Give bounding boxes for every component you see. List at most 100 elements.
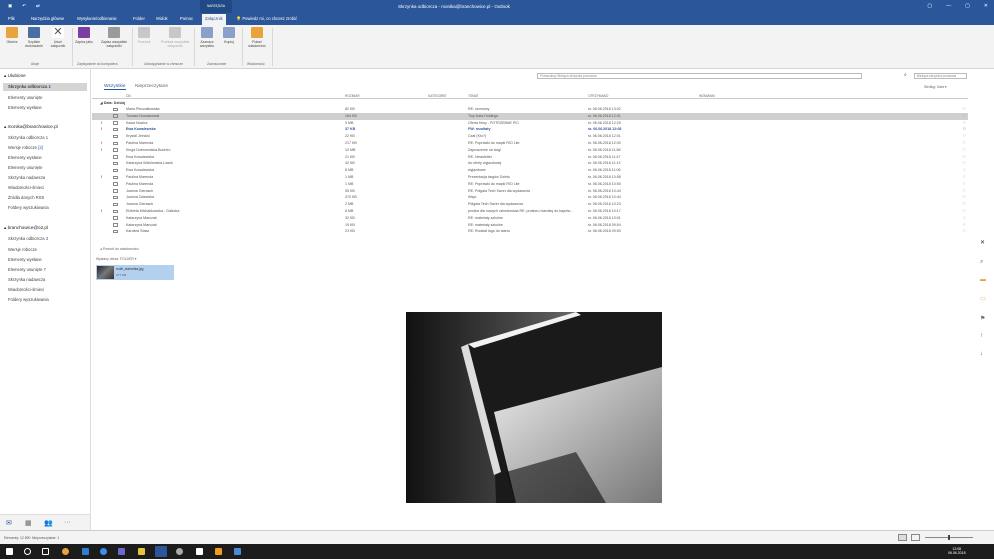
tab-file[interactable]: Plik — [8, 16, 15, 21]
folder-acc2-junk[interactable]: Wiadomości-śmieci — [8, 287, 44, 292]
col-received[interactable]: OTRZYMANO — [588, 94, 608, 98]
folder-acc1-drafts[interactable]: Wersje robocze [2] — [8, 145, 43, 150]
table-row[interactable]: ! Kasia Nowicz 3 MB Oferta firmy - POTRZEBN… — [92, 120, 968, 127]
table-row[interactable]: Karolina Stasz 23 KB RE: Rodział logo do s… — [92, 228, 968, 235]
app-icon[interactable] — [196, 548, 203, 555]
table-row[interactable]: Joanna Gierasch 55 KB RE: Półgala Tech Sav… — [92, 188, 968, 195]
attachment-chip[interactable]: multi_statuetka.jpg 377 KB — [96, 265, 174, 280]
flag-icon[interactable]: ⚐ — [963, 121, 966, 125]
col-mentions[interactable]: WZMIANKI — [699, 94, 715, 98]
flag-icon[interactable]: ⚐ — [963, 141, 966, 145]
select-all-button[interactable]: Zaznacz wszystko — [197, 27, 217, 48]
col-subject[interactable]: TEMAT — [468, 94, 479, 98]
quick-print-button[interactable]: Szybkie drukowanie — [24, 27, 44, 48]
folder-acc1-search[interactable]: Foldery wyszukiwania — [8, 205, 49, 210]
outlook-taskbar-icon[interactable] — [155, 546, 167, 557]
table-row[interactable]: Maria Pieczałkowska 82 KB RE: rozmowy śr. 0… — [92, 106, 968, 113]
table-row[interactable]: Paulina Marenda 1 MB RE: Poprawki do mapki… — [92, 181, 968, 188]
folder-acc2-inbox[interactable]: Skrzynka odbiorcza 3 — [8, 236, 48, 241]
down-arrow-icon[interactable]: ↓ — [980, 351, 983, 357]
task-view-icon[interactable] — [42, 548, 49, 555]
tab-home[interactable]: Narzędzia główne — [31, 16, 64, 21]
table-row[interactable]: Ewa Kowalewska 21 KB RE: Newsletter śr. 06.… — [92, 154, 968, 161]
flag-icon[interactable]: ⚐ — [963, 175, 966, 179]
folder-acc2-search[interactable]: Foldery wyszukiwania — [8, 297, 49, 302]
search-icon[interactable] — [24, 548, 31, 555]
send-receive-icon[interactable]: ⇄ — [36, 3, 40, 9]
table-row[interactable]: Krystal Jelnicki 22 KB Czat (Kto?) śr. 06.0… — [92, 133, 968, 140]
edge-icon[interactable] — [82, 548, 89, 555]
filter-all[interactable]: Wszystkie — [104, 84, 126, 90]
table-row[interactable]: Joanna Gierasch 2 MB Półgala Tech Saver dl… — [92, 201, 968, 208]
table-row[interactable]: ! Paulina Marenda 1 MB Prezentacja targów D… — [92, 174, 968, 181]
col-size[interactable]: ROZMIAR — [345, 94, 360, 98]
table-row[interactable]: ! Elżbieta Michalikowska - Gałecka 6 MB pro… — [92, 208, 968, 215]
account2-header[interactable]: ▴ branchowice@o2.pl — [4, 225, 48, 231]
flag-icon[interactable]: ⚐ — [963, 216, 966, 220]
table-row[interactable]: Ewa Kowalewska 8 MB wyjazdowe śr. 06.06.201… — [92, 167, 968, 174]
flag-icon[interactable]: ⚐ — [963, 202, 966, 206]
reading-view-icon[interactable] — [911, 534, 920, 541]
account1-header[interactable]: ▴ monika@branchowice.pl — [4, 124, 58, 130]
forward-all-button[interactable]: Przekaż wszystkie załączniki — [158, 27, 192, 48]
save-icon[interactable]: ▣ — [8, 3, 12, 9]
folder-acc1-rss[interactable]: Źródła danych RSS — [8, 195, 44, 200]
col-categories[interactable]: KATEGORIE — [428, 94, 446, 98]
flag-icon[interactable]: ⚐ — [963, 148, 966, 152]
table-row[interactable]: ! Paulina Marenda 217 KB RE: Poprawki do ma… — [92, 140, 968, 147]
flag-icon[interactable]: ⚐ — [963, 107, 966, 111]
move-icon[interactable]: ▭ — [980, 295, 986, 302]
people-icon[interactable]: 👥 — [44, 519, 53, 527]
tab-attachment[interactable]: Załącznik — [202, 14, 226, 25]
flag-icon[interactable]: ⚐ — [963, 168, 966, 172]
flag-icon[interactable]: ⚐ — [963, 182, 966, 186]
flag-icon[interactable]: ⚐ — [963, 114, 966, 118]
flag-icon[interactable]: ⚐ — [963, 229, 966, 233]
store-icon[interactable] — [118, 548, 125, 555]
save-as-button[interactable]: Zapisz jako — [74, 27, 94, 44]
flag-icon[interactable]: ⚐ — [963, 195, 966, 199]
table-row[interactable]: Katarzyna Marczak 19 KB RE: materiały szko… — [92, 222, 968, 229]
forward-button[interactable]: Przekaż — [134, 27, 154, 44]
remove-attachment-button[interactable]: ✕ Usuń załącznik — [48, 27, 68, 49]
flag-icon[interactable]: ⚐ — [963, 189, 966, 193]
taskbar-clock[interactable]: 12:08 06.06.2018 — [948, 547, 966, 555]
folder-acc1-junk[interactable]: Wiadomości-śmieci — [8, 185, 44, 190]
start-icon[interactable] — [6, 548, 13, 555]
folder-acc1-outbox[interactable]: Skrzynka nadawcza — [8, 175, 45, 180]
filter-unread[interactable]: Nieprzeczytane — [135, 84, 168, 89]
back-to-message-link[interactable]: ◂ Powrót do wiadomości — [100, 247, 139, 251]
save-all-attachments-button[interactable]: Zapisz wszystkie załączniki — [98, 27, 130, 48]
tab-help[interactable]: Pomoc — [180, 16, 193, 21]
folder-acc1-sent[interactable]: Elementy wysłane — [8, 155, 42, 160]
folder-acc1-deleted[interactable]: Elementy usunięte — [8, 165, 42, 170]
tab-folder[interactable]: Folder — [133, 16, 145, 21]
tab-send-receive[interactable]: Wysyłanie/odbieranie — [77, 16, 117, 21]
flag-icon[interactable]: ⚐ — [963, 209, 966, 213]
search-input[interactable]: Przeszukaj: Bieżąca skrzynka pocztowa — [537, 73, 862, 79]
show-message-button[interactable]: Pokaż wiadomość — [246, 27, 268, 48]
mail-icon[interactable]: ✉ — [6, 519, 12, 527]
folder-favorites-sent[interactable]: Elementy wysłane — [8, 105, 42, 110]
group-header[interactable]: ◢ Data: Dzisiaj — [100, 101, 125, 105]
folder-acc2-deleted[interactable]: Elementy usunięte 7 — [8, 267, 46, 272]
folder-favorites-deleted[interactable]: Elementy usunięte — [8, 95, 42, 100]
flag-icon[interactable]: ⚐ — [963, 161, 966, 165]
sort-by-dropdown[interactable]: Według: Data ▾ — [924, 85, 947, 89]
table-row[interactable]: Katarzyna Wiśniewska-Lasek 42 KB do oferty… — [92, 160, 968, 167]
word-icon[interactable] — [234, 548, 241, 555]
normal-view-icon[interactable] — [898, 534, 907, 541]
folder-acc2-sent[interactable]: Elementy wysłane — [8, 257, 42, 262]
close-button[interactable]: ✕ — [984, 3, 988, 9]
illustrator-icon[interactable] — [215, 548, 222, 555]
table-row[interactable]: Katarzyna Marczak 32 KB RE: materiały szko… — [92, 215, 968, 222]
folder-acc2-outbox[interactable]: Skrzynka nadawcza — [8, 277, 45, 282]
table-row[interactable]: ! Kinga Dobrowolska-Bucheo 10 MB Zaproszeni… — [92, 147, 968, 154]
zoom-slider-handle[interactable] — [948, 535, 950, 540]
file-explorer-icon[interactable] — [138, 548, 145, 555]
flag-icon[interactable]: ⚐ — [963, 223, 966, 227]
folder-icon[interactable]: ▬ — [980, 277, 986, 283]
maximize-button[interactable]: ▢ — [965, 3, 970, 9]
tell-me-box[interactable]: 💡 Powiedz mi, co chcesz zrobić — [236, 16, 297, 22]
more-icon[interactable]: ··· — [64, 519, 71, 526]
